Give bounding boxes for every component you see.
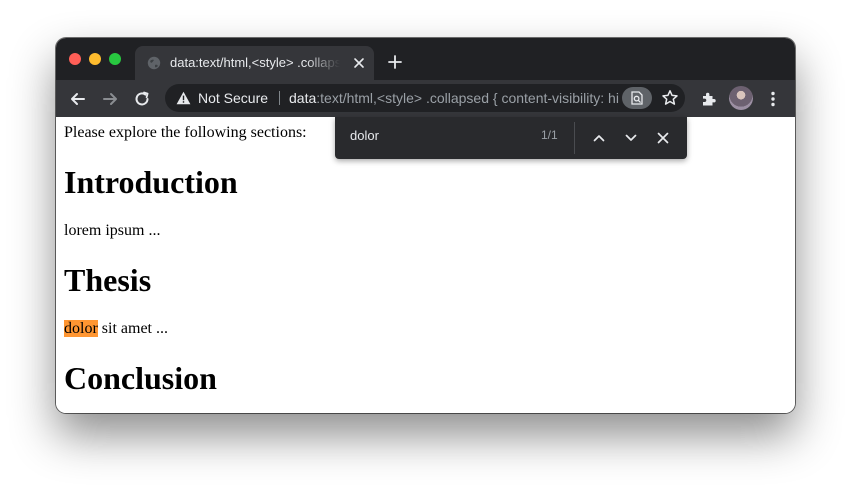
find-match-count: 1/1 bbox=[541, 128, 558, 142]
security-label[interactable]: Not Secure bbox=[198, 90, 268, 106]
toolbar: Not Secure data:text/html,<style> .colla… bbox=[56, 80, 795, 117]
page-content: Please explore the following sections: I… bbox=[56, 117, 795, 413]
window-close-button[interactable] bbox=[69, 53, 81, 65]
find-input[interactable]: dolor bbox=[350, 128, 379, 143]
intro-text: Please explore the following sections: bbox=[64, 124, 307, 141]
forward-arrow-icon[interactable] bbox=[101, 90, 119, 108]
find-in-page-icon bbox=[631, 91, 643, 105]
star-icon[interactable] bbox=[661, 89, 679, 107]
heading-conclusion: Conclusion bbox=[64, 360, 217, 396]
tab-active[interactable]: data:text/html,<style> .collapsed { cont… bbox=[135, 46, 374, 80]
find-in-page-chip[interactable] bbox=[622, 87, 652, 109]
url-scheme: data bbox=[289, 90, 317, 106]
chevron-down-icon[interactable] bbox=[623, 130, 639, 146]
puzzle-icon[interactable] bbox=[700, 90, 718, 108]
thesis-body: dolor sit amet ... bbox=[64, 320, 168, 338]
tab-title: data:text/html,<style> .collapsed { cont… bbox=[170, 55, 340, 70]
browser-window: data:text/html,<style> .collapsed { cont… bbox=[56, 38, 795, 413]
new-tab-icon[interactable] bbox=[388, 55, 402, 69]
warning-triangle-icon[interactable] bbox=[176, 91, 191, 105]
avatar[interactable] bbox=[729, 86, 753, 110]
title-bar: data:text/html,<style> .collapsed { cont… bbox=[56, 38, 795, 80]
window-minimize-button[interactable] bbox=[89, 53, 101, 65]
kebab-menu-icon[interactable] bbox=[764, 90, 782, 108]
heading-thesis: Thesis bbox=[64, 262, 152, 298]
close-icon[interactable] bbox=[655, 130, 671, 146]
reload-icon[interactable] bbox=[133, 90, 151, 108]
thesis-body-rest: sit amet ... bbox=[97, 320, 168, 337]
tab-close-icon[interactable] bbox=[352, 56, 366, 70]
find-match-highlight: dolor bbox=[64, 320, 98, 337]
heading-introduction: Introduction bbox=[64, 164, 238, 200]
back-arrow-icon[interactable] bbox=[69, 90, 87, 108]
address-bar[interactable]: Not Secure data:text/html,<style> .colla… bbox=[165, 84, 685, 112]
url-path: :text/html,<style> .collapsed { content-… bbox=[316, 90, 619, 106]
url-text[interactable]: data:text/html,<style> .collapsed { cont… bbox=[289, 90, 619, 106]
omnibox-divider bbox=[279, 91, 280, 105]
chevron-up-icon[interactable] bbox=[591, 130, 607, 146]
globe-icon bbox=[147, 56, 161, 70]
find-bar-divider bbox=[574, 122, 575, 154]
find-bar: dolor 1/1 bbox=[335, 117, 687, 159]
introduction-body: lorem ipsum ... bbox=[64, 222, 161, 239]
window-maximize-button[interactable] bbox=[109, 53, 121, 65]
